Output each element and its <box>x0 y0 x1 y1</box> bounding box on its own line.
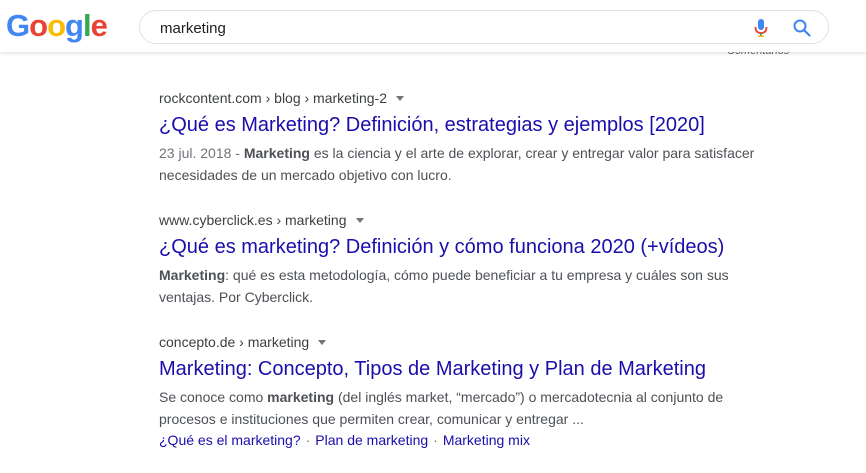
result-cite: concepto.de › marketing <box>159 334 310 350</box>
search-result: www.cyberclick.es › marketing ¿Qué es ma… <box>159 210 779 308</box>
result-snippet: Marketing: qué es esta metodología, cómo… <box>159 264 779 308</box>
snippet-text: Se conoce como <box>159 389 268 405</box>
result-url: www.cyberclick.es › marketing <box>159 210 779 230</box>
result-url: concepto.de › marketing <box>159 332 779 352</box>
result-url: rockcontent.com › blog › marketing-2 <box>159 88 779 108</box>
logo-letter: l <box>82 8 92 43</box>
result-snippet: Se conoce como marketing (del inglés mar… <box>159 386 779 430</box>
date-separator: - <box>231 145 244 161</box>
chevron-down-icon[interactable] <box>355 217 364 223</box>
logo-letter: o <box>29 8 48 43</box>
result-title-link[interactable]: ¿Qué es marketing? Definición y cómo fun… <box>159 234 779 260</box>
sitelink-plan-de-marketing[interactable]: Plan de marketing <box>315 432 428 448</box>
microphone-icon[interactable] <box>752 18 770 38</box>
result-cite: rockcontent.com › blog › marketing-2 <box>159 90 387 106</box>
search-result: concepto.de › marketing Marketing: Conce… <box>159 332 779 450</box>
logo-letter: g <box>65 8 84 43</box>
result-cite: www.cyberclick.es › marketing <box>159 212 347 228</box>
snippet-bold: Marketing <box>243 145 310 161</box>
search-icon[interactable] <box>792 18 812 38</box>
search-result: rockcontent.com › blog › marketing-2 ¿Qu… <box>159 88 779 186</box>
snippet-bold: Marketing <box>159 267 226 283</box>
search-box <box>139 10 829 44</box>
search-header: Google <box>0 0 866 52</box>
result-title-link[interactable]: ¿Qué es Marketing? Definición, estrategi… <box>159 112 779 138</box>
logo-letter: o <box>47 8 66 43</box>
google-logo[interactable]: Google <box>6 7 108 45</box>
sitelinks: ¿Qué es el marketing? · Plan de marketing ·… <box>159 430 779 450</box>
sitelink-separator: · <box>305 432 311 448</box>
snippet-text: : qué es esta metodología, cómo puede be… <box>159 267 729 305</box>
result-date: 23 jul. 2018 <box>159 145 232 161</box>
chevron-down-icon[interactable] <box>318 339 327 345</box>
logo-letter: G <box>6 8 30 43</box>
search-results: rockcontent.com › blog › marketing-2 ¿Qu… <box>159 88 779 450</box>
chevron-down-icon[interactable] <box>395 95 404 101</box>
sitelink-marketing-mix[interactable]: Marketing mix <box>443 432 530 448</box>
result-snippet: 23 jul. 2018 - Marketing es la ciencia y… <box>159 142 779 186</box>
sitelink-separator: · <box>433 432 438 448</box>
sitelink-que-es-marketing[interactable]: ¿Qué es el marketing? <box>159 432 301 448</box>
search-input[interactable] <box>160 18 720 38</box>
logo-letter: e <box>90 8 108 43</box>
result-title-link[interactable]: Marketing: Concepto, Tipos de Marketing … <box>159 356 779 382</box>
snippet-bold: marketing <box>267 389 335 405</box>
